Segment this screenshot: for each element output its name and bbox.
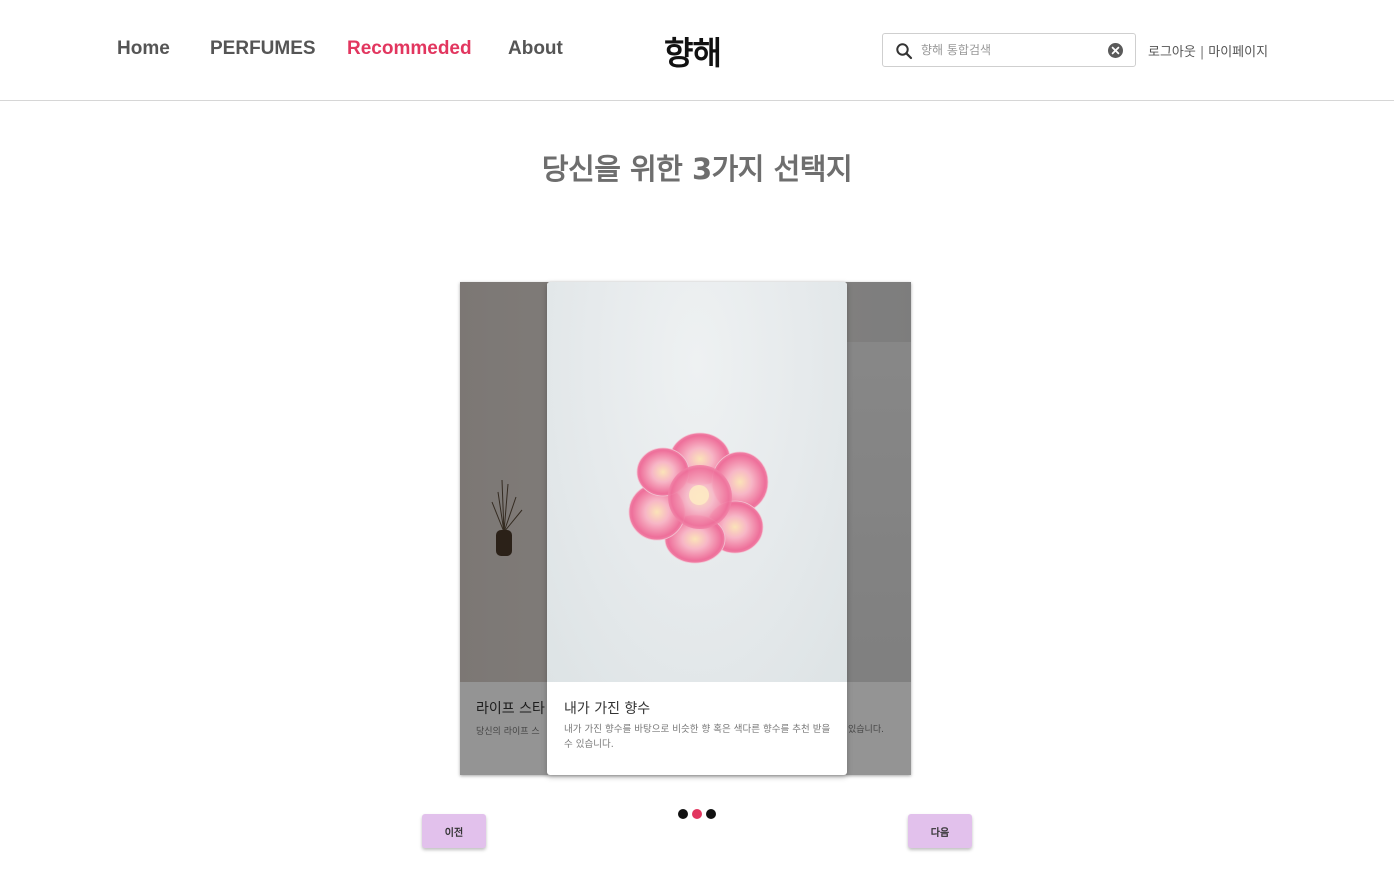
prev-button[interactable]: 이전 xyxy=(422,814,486,848)
top-navigation-bar: Home PERFUMES Recommeded About 향해 로그아웃|마… xyxy=(0,0,1394,101)
pink-flower-image xyxy=(628,432,769,564)
clear-search-icon[interactable] xyxy=(1107,42,1124,59)
nav-home-link[interactable]: Home xyxy=(117,38,170,60)
my-perfume-card-image xyxy=(547,282,847,682)
page-title: 당신을 위한 3가지 선택지 xyxy=(541,152,853,186)
search-input[interactable] xyxy=(921,40,1101,60)
pagination-dot-2[interactable] xyxy=(692,809,702,819)
site-logo[interactable]: 향해 xyxy=(664,28,722,74)
mypage-link[interactable]: 마이페이지 xyxy=(1208,45,1268,60)
carousel-card-my-perfume[interactable]: 내가 가진 향수 내가 가진 향수를 바탕으로 비슷한 향 혹은 색다른 향수를… xyxy=(547,282,847,775)
carousel-pagination xyxy=(678,809,718,819)
next-button[interactable]: 다음 xyxy=(908,814,972,848)
account-separator: | xyxy=(1199,45,1205,60)
my-perfume-card-description: 내가 가진 향수를 바탕으로 비슷한 향 혹은 색다른 향수를 추천 받을 수 … xyxy=(564,724,831,750)
nav-perfumes-link[interactable]: PERFUMES xyxy=(210,38,316,60)
my-perfume-card-title: 내가 가진 향수 xyxy=(564,701,651,717)
account-links: 로그아웃 | 마이페이지 xyxy=(1148,41,1268,60)
nav-about-link[interactable]: About xyxy=(508,38,563,60)
logout-link[interactable]: 로그아웃 xyxy=(1148,45,1196,60)
pagination-dot-3[interactable] xyxy=(706,809,716,819)
search-box xyxy=(882,33,1136,67)
search-icon[interactable] xyxy=(895,42,913,60)
nav-recommended-link[interactable]: Recommeded xyxy=(347,38,472,60)
pagination-dot-1[interactable] xyxy=(678,809,688,819)
